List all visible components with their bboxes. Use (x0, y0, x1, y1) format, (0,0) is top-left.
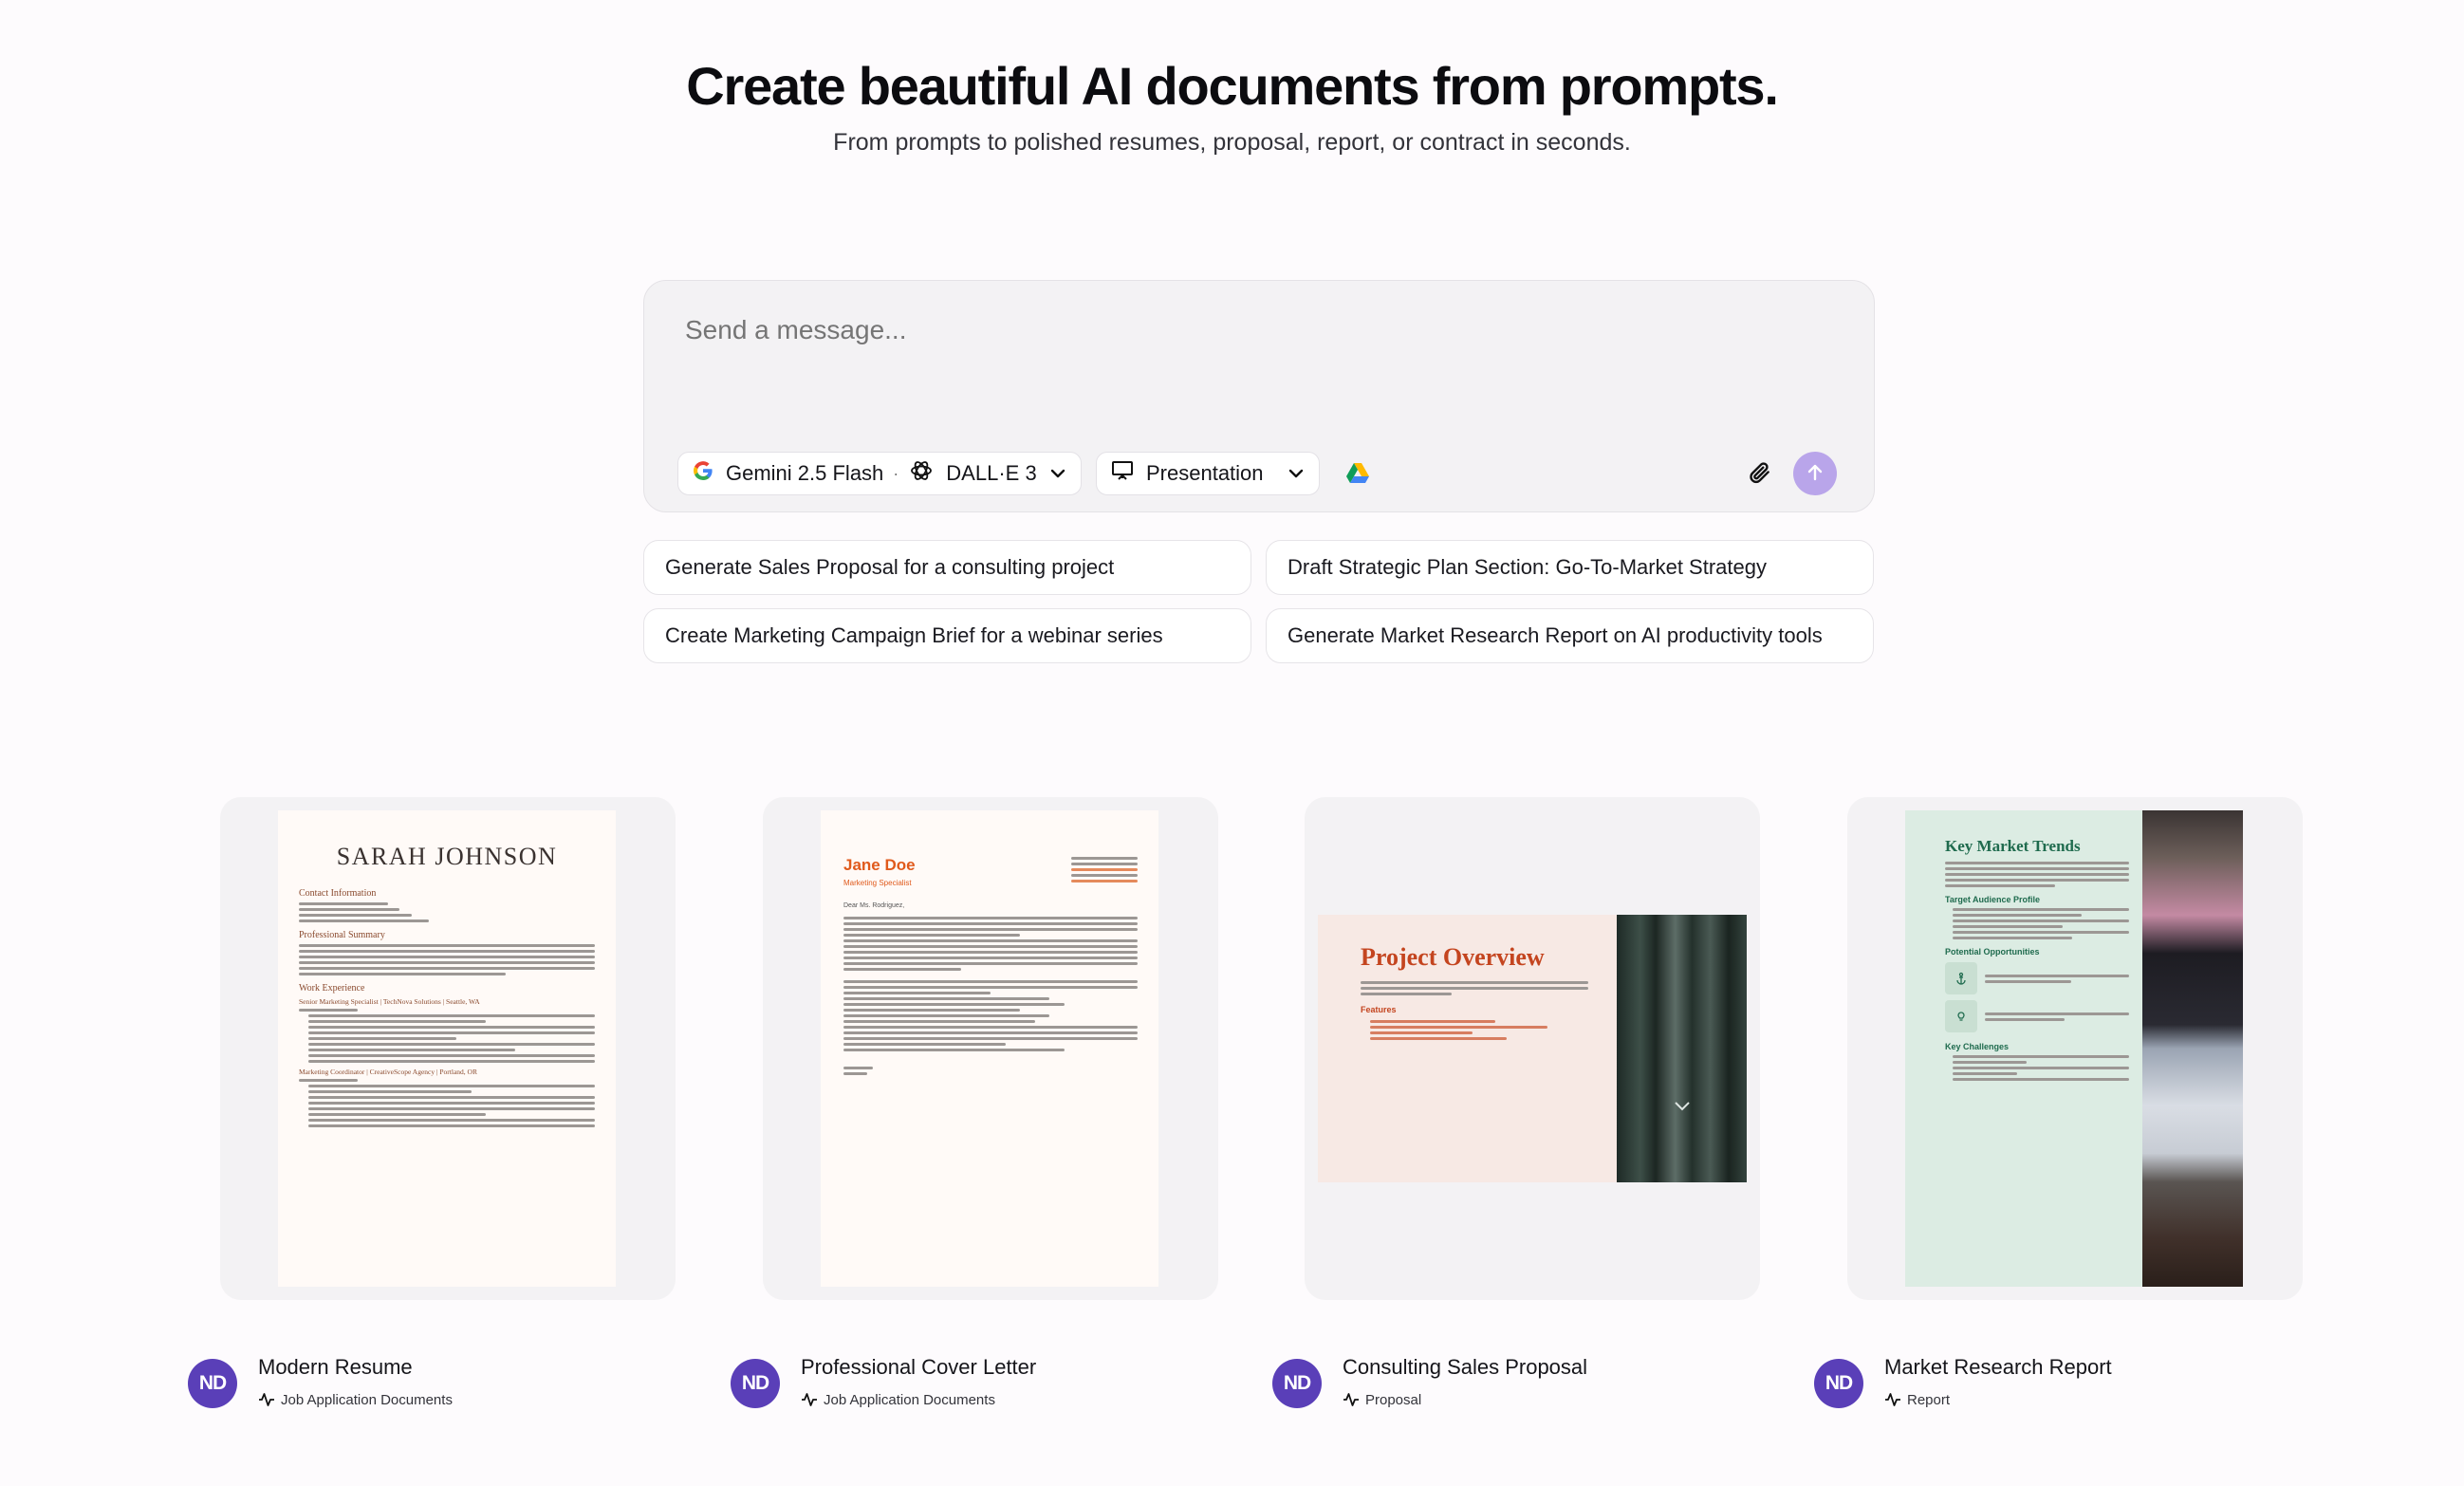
preview-heading: Potential Opportunities (1945, 947, 2040, 957)
avatar: ND (731, 1359, 780, 1408)
desk-computer-image (2142, 810, 2243, 1287)
template-title[interactable]: Professional Cover Letter (801, 1355, 1036, 1380)
template-card-consulting-proposal[interactable]: Project Overview Features (1305, 797, 1760, 1300)
arrow-up-icon (1805, 462, 1825, 486)
attach-button[interactable] (1743, 457, 1777, 492)
separator-dot: · (893, 463, 899, 483)
template-meta: ND Consulting Sales Proposal Proposal (1272, 1353, 1728, 1410)
message-input[interactable] (685, 315, 1824, 345)
activity-icon (1343, 1393, 1359, 1406)
template-category-label: Job Application Documents (281, 1391, 453, 1408)
template-meta: ND Professional Cover Letter Job Applica… (731, 1353, 1186, 1410)
proposal-preview: Project Overview Features (1318, 915, 1747, 1182)
report-preview: Key Market Trends Target Audience Profil… (1905, 810, 2243, 1287)
chevron-down-icon (1048, 464, 1067, 483)
preview-heading: Key Market Trends (1945, 837, 2081, 855)
openai-icon (908, 457, 935, 490)
anchor-icon (1945, 962, 1977, 994)
avatar: ND (1814, 1359, 1863, 1408)
model-selector[interactable]: Gemini 2.5 Flash · DALL·E 3 (677, 452, 1082, 495)
chevron-down-icon (1287, 464, 1306, 483)
mode-name: Presentation (1146, 461, 1264, 485)
mode-selector[interactable]: Presentation (1096, 452, 1320, 495)
template-meta: ND Market Research Report Report (1814, 1353, 2269, 1410)
suggestion-chip[interactable]: Generate Market Research Report on AI pr… (1266, 608, 1874, 663)
template-card-resume[interactable]: SARAH JOHNSON Contact Information Profes… (220, 797, 676, 1300)
activity-icon (259, 1393, 274, 1406)
avatar: ND (188, 1359, 237, 1408)
template-title[interactable]: Market Research Report (1884, 1355, 2112, 1380)
image-model-name: DALL·E 3 (946, 461, 1037, 485)
template-category-label: Report (1907, 1391, 1951, 1408)
template-category: Proposal (1343, 1391, 1421, 1408)
template-card-market-research[interactable]: Key Market Trends Target Audience Profil… (1847, 797, 2303, 1300)
preview-heading: Project Overview (1361, 943, 1545, 971)
preview-job: Marketing Coordinator | CreativeScope Ag… (299, 1068, 477, 1076)
template-card-cover-letter[interactable]: Jane Doe Marketing Specialist Dear Ms. R… (763, 797, 1218, 1300)
preview-name: SARAH JOHNSON (336, 843, 558, 870)
resume-preview: SARAH JOHNSON Contact Information Profes… (278, 810, 616, 1287)
template-meta: ND Modern Resume Job Application Documen… (188, 1353, 643, 1410)
glass-building-image (1617, 915, 1747, 1182)
google-drive-icon (1345, 461, 1370, 489)
preview-heading: Key Challenges (1945, 1042, 2010, 1051)
paperclip-icon (1748, 460, 1772, 490)
activity-icon (1885, 1393, 1900, 1406)
template-category: Job Application Documents (801, 1391, 995, 1408)
template-category: Job Application Documents (258, 1391, 453, 1408)
preview-heading: Contact Information (299, 888, 377, 899)
suggestion-chip[interactable]: Generate Sales Proposal for a consulting… (643, 540, 1251, 595)
page-title: Create beautiful AI documents from promp… (686, 56, 1779, 116)
preview-heading: Professional Summary (299, 930, 385, 940)
suggestion-chip[interactable]: Create Marketing Campaign Brief for a we… (643, 608, 1251, 663)
model-name: Gemini 2.5 Flash (726, 461, 884, 485)
preview-greeting: Dear Ms. Rodriguez, (843, 902, 905, 909)
presentation-icon (1110, 458, 1135, 489)
preview-heading: Work Experience (299, 983, 365, 994)
template-category-label: Proposal (1365, 1391, 1422, 1408)
preview-job: Senior Marketing Specialist | TechNova S… (299, 997, 480, 1006)
template-category: Report (1884, 1391, 1950, 1408)
activity-icon (802, 1393, 817, 1406)
page-subtitle: From prompts to polished resumes, propos… (833, 129, 1631, 156)
send-button[interactable] (1793, 452, 1837, 495)
message-composer: Gemini 2.5 Flash · DALL·E 3 Presentation (643, 280, 1875, 512)
preview-heading: Target Audience Profile (1945, 895, 2041, 904)
preview-features: Features (1361, 1005, 1397, 1014)
google-drive-button[interactable] (1341, 457, 1375, 492)
template-title[interactable]: Modern Resume (258, 1355, 413, 1380)
template-title[interactable]: Consulting Sales Proposal (1343, 1355, 1587, 1380)
template-category-label: Job Application Documents (824, 1391, 995, 1408)
cover-letter-preview: Jane Doe Marketing Specialist Dear Ms. R… (821, 810, 1158, 1287)
google-icon (692, 459, 714, 488)
suggestion-chip[interactable]: Draft Strategic Plan Section: Go-To-Mark… (1266, 540, 1874, 595)
lightbulb-icon (1945, 1000, 1977, 1032)
avatar: ND (1272, 1359, 1322, 1408)
